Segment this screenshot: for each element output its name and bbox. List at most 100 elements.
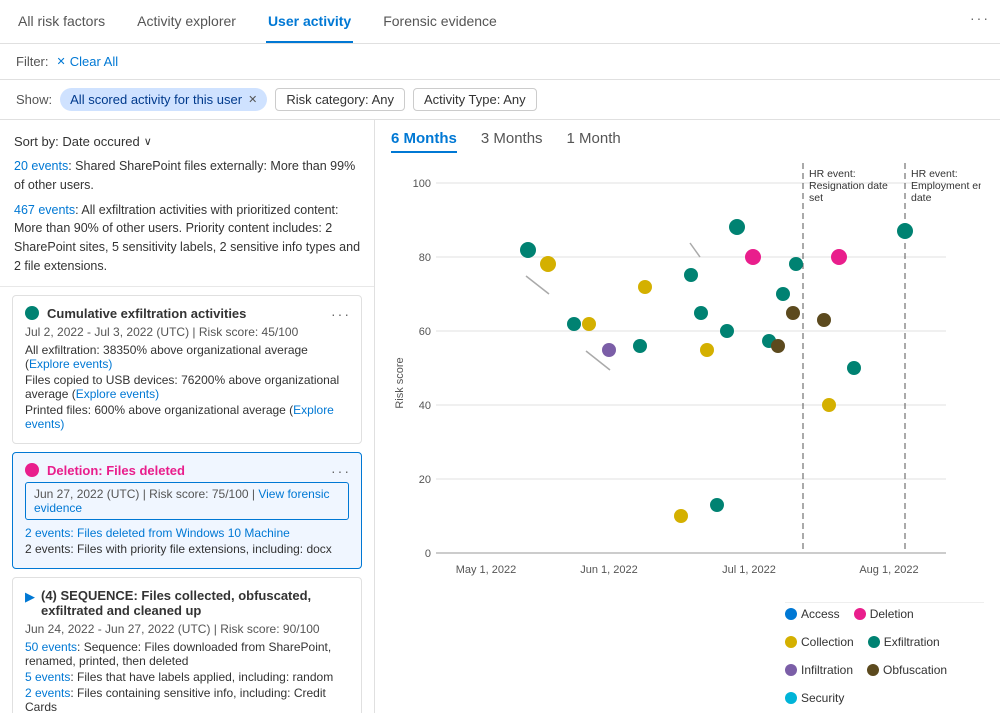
legend-dot-security: [785, 692, 797, 704]
card-line-exfil-1: All exfiltration: 38350% above organizat…: [25, 343, 349, 371]
legend-dot-access: [785, 608, 797, 620]
tab-all-risk[interactable]: All risk factors: [16, 0, 107, 43]
sort-row[interactable]: Sort by: Date occured ∨: [0, 130, 374, 157]
x-icon: ✕: [57, 55, 66, 68]
legend-item-security: Security: [785, 691, 844, 705]
card-deletion: ··· Deletion: Files deleted Jun 27, 2022…: [12, 452, 362, 569]
seq-count-1[interactable]: 50 events: [25, 640, 77, 654]
right-panel: 6 Months 3 Months 1 Month Risk score 100…: [375, 120, 1000, 713]
dot-1[interactable]: [520, 242, 536, 258]
dot-22[interactable]: [822, 398, 836, 412]
time-tab-3months[interactable]: 3 Months: [481, 130, 543, 153]
show-pill[interactable]: All scored activity for this user ✕: [60, 88, 267, 111]
card-title-exfiltration: Cumulative exfiltration activities: [47, 306, 246, 321]
seq-arrow-icon[interactable]: ▶: [25, 589, 35, 605]
card-header-deletion: Deletion: Files deleted: [25, 463, 349, 478]
seq-line-1: 50 events: Sequence: Files downloaded fr…: [25, 640, 349, 668]
show-label: Show:: [16, 92, 52, 107]
dot-25[interactable]: [897, 223, 913, 239]
event-count-2[interactable]: 467 events: [14, 203, 75, 217]
chevron-down-icon: ∨: [144, 135, 152, 148]
dot-15[interactable]: [745, 249, 761, 265]
card-more-icon-deletion[interactable]: ···: [331, 463, 351, 479]
seq-count-2[interactable]: 5 events: [25, 670, 70, 684]
svg-text:0: 0: [425, 548, 431, 560]
card-sequence: ··· ▶ (4) SEQUENCE: Files collected, obf…: [12, 577, 362, 713]
dot-8[interactable]: [674, 509, 688, 523]
svg-text:Aug 1, 2022: Aug 1, 2022: [859, 564, 918, 576]
time-tab-6months[interactable]: 6 Months: [391, 130, 457, 153]
dot-9[interactable]: [684, 268, 698, 282]
dot-13[interactable]: [720, 324, 734, 338]
dot-3[interactable]: [567, 317, 581, 331]
card-line-exfil-2: Files copied to USB devices: 76200% abov…: [25, 373, 349, 401]
dot-12[interactable]: [710, 498, 724, 512]
deletion-line-1: 2 events: Files deleted from Windows 10 …: [25, 526, 349, 540]
dot-2[interactable]: [540, 256, 556, 272]
legend-item-infiltration: Infiltration: [785, 663, 853, 677]
legend-item-exfiltration: Exfiltration: [868, 635, 940, 649]
card-meta-exfiltration: Jul 2, 2022 - Jul 3, 2022 (UTC) | Risk s…: [25, 325, 349, 339]
dot-24[interactable]: [847, 361, 861, 375]
legend-dot-deletion: [854, 608, 866, 620]
pill-close-icon[interactable]: ✕: [248, 93, 257, 106]
seq-count-3[interactable]: 2 events: [25, 686, 70, 700]
svg-text:May 1, 2022: May 1, 2022: [456, 564, 517, 576]
sort-label: Sort by: Date occured: [14, 134, 140, 149]
event-summary-2: 467 events: All exfiltration activities …: [0, 201, 374, 287]
card-header-exfiltration: Cumulative exfiltration activities: [25, 306, 349, 321]
dot-6[interactable]: [633, 339, 647, 353]
deletion-line-2: 2 events: Files with priority file exten…: [25, 542, 349, 556]
card-line-exfil-3: Printed files: 600% above organizational…: [25, 403, 349, 431]
card-dot-exfiltration: [25, 306, 39, 320]
svg-text:date: date: [911, 192, 932, 204]
svg-text:HR event:: HR event:: [911, 168, 958, 180]
time-tab-1month[interactable]: 1 Month: [567, 130, 621, 153]
dot-14[interactable]: [729, 219, 745, 235]
svg-text:Jul 1, 2022: Jul 1, 2022: [722, 564, 776, 576]
legend-dot-collection: [785, 636, 797, 648]
dot-17[interactable]: [771, 339, 785, 353]
activity-type-chip[interactable]: Activity Type: Any: [413, 88, 537, 111]
svg-text:100: 100: [413, 178, 431, 190]
dot-11[interactable]: [694, 306, 708, 320]
dot-7[interactable]: [638, 280, 652, 294]
tab-forensic-evidence[interactable]: Forensic evidence: [381, 0, 499, 43]
card-title-deletion: Deletion: Files deleted: [47, 463, 185, 478]
dot-21[interactable]: [817, 313, 831, 327]
legend-label-security: Security: [801, 691, 844, 705]
chart-svg: Risk score 100 80 60 40 20 0 May 1, 2022: [391, 163, 981, 633]
dot-23[interactable]: [831, 249, 847, 265]
seq-line-3: 2 events: Files containing sensitive inf…: [25, 686, 349, 713]
main-content: Sort by: Date occured ∨ 20 events: Share…: [0, 120, 1000, 713]
clear-all-button[interactable]: ✕ Clear All: [57, 54, 119, 69]
explore-events-2[interactable]: Explore events): [76, 387, 159, 401]
risk-category-chip[interactable]: Risk category: Any: [275, 88, 405, 111]
dot-19[interactable]: [786, 306, 800, 320]
svg-text:80: 80: [419, 252, 431, 264]
legend-item-collection: Collection: [785, 635, 854, 649]
legend-item-access: Access: [785, 607, 840, 621]
dot-20[interactable]: [789, 257, 803, 271]
dot-10[interactable]: [700, 343, 714, 357]
event-summary-1: 20 events: Shared SharePoint files exter…: [0, 157, 374, 201]
tab-activity-explorer[interactable]: Activity explorer: [135, 0, 238, 43]
dot-4[interactable]: [582, 317, 596, 331]
tab-user-activity[interactable]: User activity: [266, 0, 353, 43]
svg-text:Resignation date: Resignation date: [809, 180, 888, 192]
explore-events-3[interactable]: Explore events): [25, 403, 334, 431]
card-more-icon[interactable]: ···: [331, 306, 351, 322]
svg-text:Jun 1, 2022: Jun 1, 2022: [580, 564, 638, 576]
legend-label-obfuscation: Obfuscation: [883, 663, 947, 677]
legend-label-exfiltration: Exfiltration: [884, 635, 940, 649]
explore-events-1[interactable]: Explore events): [29, 357, 112, 371]
legend-label-collection: Collection: [801, 635, 854, 649]
card-meta-deletion: Jun 27, 2022 (UTC) | Risk score: 75/100 …: [25, 482, 349, 520]
seq-header: ▶ (4) SEQUENCE: Files collected, obfusca…: [25, 588, 349, 618]
show-row: Show: All scored activity for this user …: [0, 80, 1000, 120]
legend-label-infiltration: Infiltration: [801, 663, 853, 677]
svg-text:set: set: [809, 192, 823, 204]
dot-5[interactable]: [602, 343, 616, 357]
dot-18[interactable]: [776, 287, 790, 301]
event-count-1[interactable]: 20 events: [14, 159, 68, 173]
